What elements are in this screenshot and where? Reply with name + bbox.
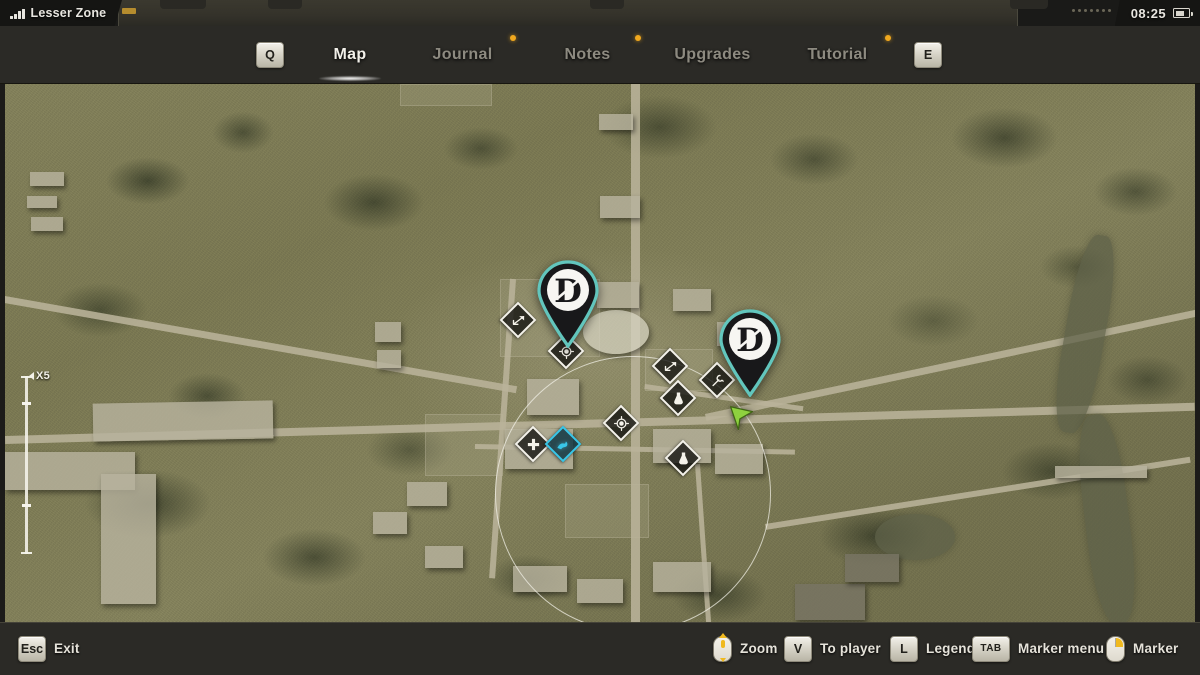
game-map-screen: Lesser Zone 08:25 Q Map Journal Notes [0, 0, 1200, 675]
hud-notch [590, 0, 624, 9]
tab-notes[interactable]: Notes [525, 26, 650, 84]
map-building [600, 196, 640, 218]
signal-bars-icon [10, 8, 25, 19]
map-building [30, 172, 64, 186]
zoom-slider[interactable] [21, 376, 33, 554]
footer-marker-label: Marker [1133, 641, 1178, 656]
mouse-right-icon [1106, 636, 1125, 662]
battery-icon [1173, 8, 1190, 18]
zoom-slider-cap-bottom [21, 552, 32, 554]
keycap-esc: Esc [18, 636, 46, 662]
tab-map[interactable]: Map [300, 26, 400, 84]
hud-notch [160, 0, 206, 9]
tab-upgrades-label: Upgrades [674, 46, 750, 64]
zoom-level-indicator: X5 [29, 370, 50, 382]
map-building [597, 282, 639, 308]
tab-notes-notification-dot [635, 35, 641, 41]
artifact-icon [667, 387, 689, 409]
map-bridge [1055, 466, 1147, 478]
keycap-l: L [890, 636, 918, 662]
map-viewport[interactable]: X5 [5, 84, 1195, 622]
player-arrow-icon [730, 400, 756, 435]
map-building [407, 482, 447, 506]
artifact-icon [672, 447, 694, 469]
map-field [400, 84, 492, 106]
footer-legend-hint[interactable]: L Legend [890, 636, 975, 662]
footer-hint-bar: Esc Exit Zoom V To player L Legend TAB M… [0, 622, 1200, 675]
mouse-scroll-icon [713, 636, 732, 662]
tab-tutorial-label: Tutorial [808, 46, 868, 64]
tab-active-underline [319, 76, 381, 81]
clock-label: 08:25 [1131, 6, 1166, 21]
footer-marker-menu-hint[interactable]: TAB Marker menu [972, 636, 1104, 662]
map-building [377, 350, 401, 368]
map-building [31, 217, 63, 231]
tab-tutorial[interactable]: Tutorial [775, 26, 900, 84]
hud-amber-chip [122, 8, 136, 14]
map-building [795, 584, 865, 620]
hunt-icon [610, 412, 632, 434]
footer-exit-hint[interactable]: Esc Exit [18, 636, 80, 662]
footer-zoom-label: Zoom [740, 641, 778, 656]
map-building [27, 196, 57, 208]
hud-plate [118, 0, 1018, 26]
hud-dot-row [1072, 9, 1111, 12]
map-building [375, 322, 401, 342]
footer-to-player-label: To player [820, 641, 881, 656]
tab-map-label: Map [334, 46, 367, 64]
footer-zoom-hint[interactable]: Zoom [713, 636, 778, 662]
map-building [93, 400, 274, 441]
anomaly-icon [552, 433, 574, 455]
keycap-v: V [784, 636, 812, 662]
zoom-slider-knob[interactable] [22, 402, 31, 405]
zoom-slider-knob[interactable] [22, 504, 31, 507]
zone-name-label: Lesser Zone [31, 6, 107, 20]
tab-journal-notification-dot [510, 35, 516, 41]
keycap-tab: TAB [972, 636, 1010, 662]
footer-exit-label: Exit [54, 641, 80, 656]
tab-journal[interactable]: Journal [400, 26, 525, 84]
top-status-bar: Lesser Zone 08:25 [0, 0, 1200, 26]
next-tab-key-e[interactable]: E [914, 42, 942, 68]
map-building [425, 546, 463, 568]
quest-pin-1[interactable]: D [534, 258, 602, 348]
keycap-e-label: E [914, 42, 942, 68]
quest-pin-2[interactable]: D [716, 307, 784, 397]
medic-icon [522, 433, 544, 455]
tab-notes-label: Notes [565, 46, 611, 64]
map-building [101, 474, 156, 604]
footer-legend-label: Legend [926, 641, 975, 656]
zone-name-badge: Lesser Zone [0, 0, 122, 26]
zoom-level-arrow-icon [29, 372, 34, 380]
map-building [673, 289, 711, 311]
zoom-level-label: X5 [36, 370, 50, 382]
tab-tutorial-notification-dot [885, 35, 891, 41]
map-building [599, 114, 633, 130]
footer-marker-hint[interactable]: Marker [1106, 636, 1178, 662]
hud-notch [1010, 0, 1048, 9]
stash-icon [507, 309, 529, 331]
tab-upgrades[interactable]: Upgrades [650, 26, 775, 84]
footer-marker-menu-label: Marker menu [1018, 641, 1104, 656]
tab-list: Map Journal Notes Upgrades Tutorial [0, 26, 1200, 84]
stash-icon [659, 355, 681, 377]
footer-to-player-hint[interactable]: V To player [784, 636, 881, 662]
tab-journal-label: Journal [433, 46, 493, 64]
nav-tab-bar: Q Map Journal Notes Upgrades Tutorial [0, 26, 1200, 84]
hud-notch [268, 0, 302, 9]
map-building [373, 512, 407, 534]
clock-group: 08:25 [1115, 0, 1200, 26]
map-building [845, 554, 899, 582]
